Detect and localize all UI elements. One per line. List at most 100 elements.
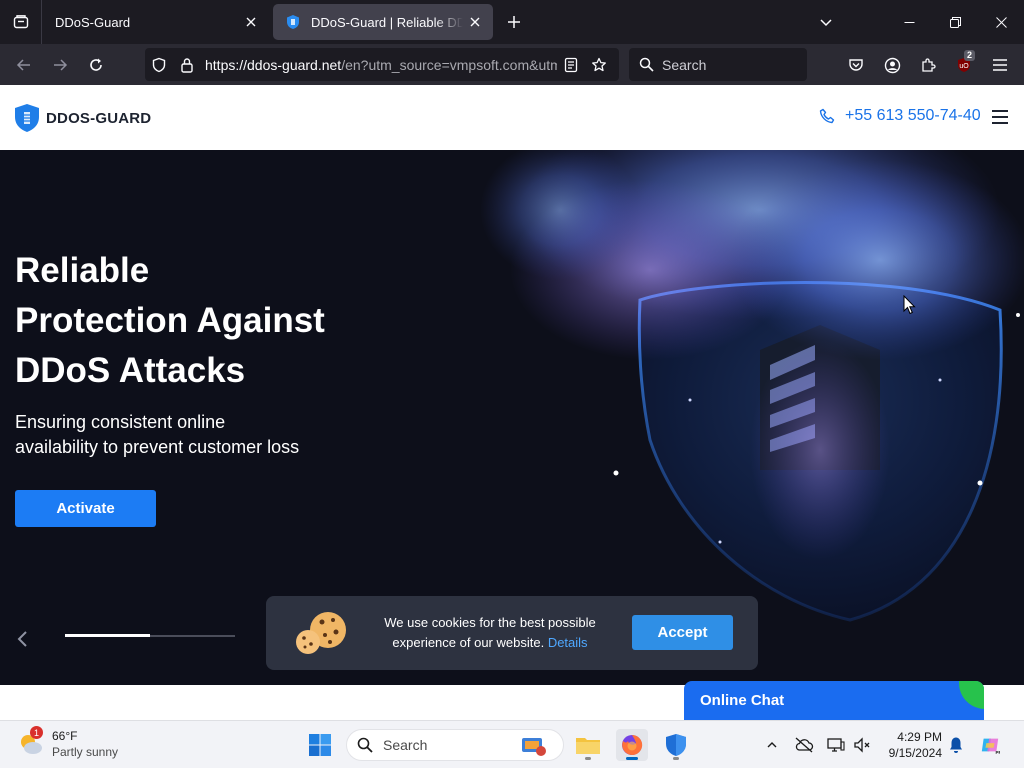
- cookie-banner: We use cookies for the best possible exp…: [266, 596, 758, 670]
- chevron-down-icon: [820, 19, 832, 27]
- tab-ddos-guard-reliable[interactable]: DDoS-Guard | Reliable DDoS Protection: [273, 4, 493, 40]
- search-placeholder: Search: [662, 56, 707, 73]
- reload-icon: [90, 58, 102, 71]
- pocket-icon: [849, 59, 863, 71]
- clock-time: 4:29 PM: [897, 730, 942, 744]
- hero-subtitle-line: availability to prevent customer loss: [15, 437, 300, 457]
- shield-icon: [152, 57, 166, 72]
- copilot-icon: PRE: [981, 738, 1000, 755]
- tab-ddos-guard[interactable]: DDoS-Guard: [43, 4, 269, 40]
- copilot-button[interactable]: PRE: [980, 735, 1000, 755]
- mouse-cursor-icon: [903, 295, 916, 315]
- weather-text: 66°F Partly sunny: [52, 728, 118, 760]
- url-bar[interactable]: https://ddos-guard.net/en?utm_source=vmp…: [145, 48, 619, 81]
- list-all-tabs-button[interactable]: [812, 8, 840, 36]
- app-menu-button[interactable]: [985, 50, 1015, 80]
- extension-badge: 2: [964, 50, 976, 61]
- hero-title: Reliable Protection Against DDoS Attacks: [15, 246, 435, 396]
- show-hidden-icons-button[interactable]: [762, 735, 782, 755]
- new-tab-button[interactable]: [500, 8, 528, 36]
- site-header: DDOS-GUARD +55 613 550-74-40: [0, 85, 1024, 150]
- network-status[interactable]: [826, 735, 846, 755]
- plus-icon: [508, 16, 520, 28]
- tab-title: DDoS-Guard: [55, 14, 131, 30]
- cookie-details-link[interactable]: Details: [548, 635, 588, 650]
- tab-overview-icon: [13, 15, 28, 29]
- hamburger-menu-icon: [993, 59, 1007, 71]
- windows-security-button[interactable]: [660, 729, 692, 761]
- restore-button[interactable]: [932, 0, 978, 44]
- cookie-message-line: We use cookies for the best possible: [384, 615, 596, 630]
- weather-temperature: 66°F: [52, 729, 78, 743]
- tab-title: DDoS-Guard | Reliable DDoS Protection: [311, 14, 463, 30]
- tab-overview-button[interactable]: [0, 0, 42, 44]
- account-button[interactable]: [877, 50, 907, 80]
- close-icon: [246, 17, 256, 27]
- start-button[interactable]: [304, 729, 336, 761]
- hero-title-line: Protection Against: [15, 301, 325, 340]
- weather-widget[interactable]: 1 66°F Partly sunny: [18, 726, 118, 760]
- svg-text:PRE: PRE: [995, 750, 1000, 755]
- accept-cookies-button[interactable]: Accept: [632, 615, 733, 650]
- weather-condition: Partly sunny: [52, 745, 119, 759]
- minimize-icon: [904, 21, 914, 23]
- browser-search-box[interactable]: Search: [629, 48, 807, 81]
- reload-button[interactable]: [81, 50, 111, 80]
- tracking-protection-button[interactable]: [145, 48, 173, 81]
- ublock-extension-button[interactable]: uO 2: [949, 50, 979, 80]
- onedrive-status[interactable]: [794, 735, 814, 755]
- logo-text: DDOS-GUARD: [46, 109, 152, 127]
- arrow-right-icon: [54, 59, 68, 71]
- running-indicator: [673, 757, 679, 760]
- reader-view-button[interactable]: [557, 48, 585, 81]
- bell-icon: [950, 737, 962, 753]
- close-tab-button[interactable]: [463, 10, 487, 34]
- running-indicator: [585, 757, 591, 760]
- ddos-guard-favicon-icon: [287, 15, 299, 29]
- active-indicator: [626, 757, 638, 760]
- cookie-message-text: experience of our website.: [392, 635, 545, 650]
- windows-taskbar: 1 66°F Partly sunny Search 4:29 PM 9/15/…: [0, 720, 1024, 768]
- back-button[interactable]: [9, 50, 39, 80]
- close-tab-button[interactable]: [239, 10, 263, 34]
- phone-link[interactable]: +55 613 550-74-40: [819, 107, 981, 125]
- ddos-guard-shield-icon: [15, 104, 39, 132]
- star-icon: [592, 57, 606, 71]
- phone-number: +55 613 550-74-40: [845, 107, 981, 124]
- slider-progress: [65, 634, 235, 637]
- close-window-button[interactable]: [978, 0, 1024, 44]
- chat-status-indicator: [959, 681, 984, 709]
- url-text[interactable]: https://ddos-guard.net/en?utm_source=vmp…: [205, 57, 557, 73]
- taskbar-clock[interactable]: 4:29 PM 9/15/2024: [876, 729, 942, 761]
- site-menu-button[interactable]: [989, 107, 1011, 127]
- minimize-button[interactable]: [886, 0, 932, 44]
- activate-button[interactable]: Activate: [15, 490, 156, 527]
- chevron-left-icon: [17, 631, 27, 647]
- taskbar-search-box[interactable]: Search: [346, 729, 564, 761]
- bookmark-button[interactable]: [585, 48, 613, 81]
- hero-title-line: Reliable: [15, 251, 150, 290]
- puzzle-icon: [922, 58, 936, 72]
- network-display-icon: [827, 738, 845, 752]
- slider-prev-button[interactable]: [14, 628, 32, 650]
- defender-shield-icon: [666, 734, 686, 756]
- folder-icon: [576, 738, 600, 754]
- forward-button[interactable]: [45, 50, 75, 80]
- cloud-offline-icon: [795, 737, 814, 753]
- browser-nav-bar: https://ddos-guard.net/en?utm_source=vmp…: [0, 44, 1024, 85]
- pocket-button[interactable]: [841, 50, 871, 80]
- firefox-icon: [622, 734, 643, 755]
- site-info-button[interactable]: [173, 48, 201, 81]
- notifications-button[interactable]: [946, 735, 966, 755]
- url-path: /en?utm_source=vmpsoft.com&utm: [341, 56, 557, 73]
- hero-subtitle-line: Ensuring consistent online: [15, 412, 226, 432]
- site-logo[interactable]: DDOS-GUARD: [14, 103, 151, 133]
- file-explorer-button[interactable]: [572, 729, 604, 761]
- firefox-taskbar-button[interactable]: [616, 729, 648, 761]
- volume-status[interactable]: [852, 735, 872, 755]
- restore-icon: [949, 16, 961, 28]
- extensions-button[interactable]: [913, 50, 943, 80]
- online-chat-widget[interactable]: Online Chat: [684, 681, 984, 720]
- cookies-icon: [296, 612, 346, 654]
- phone-icon: [819, 108, 835, 124]
